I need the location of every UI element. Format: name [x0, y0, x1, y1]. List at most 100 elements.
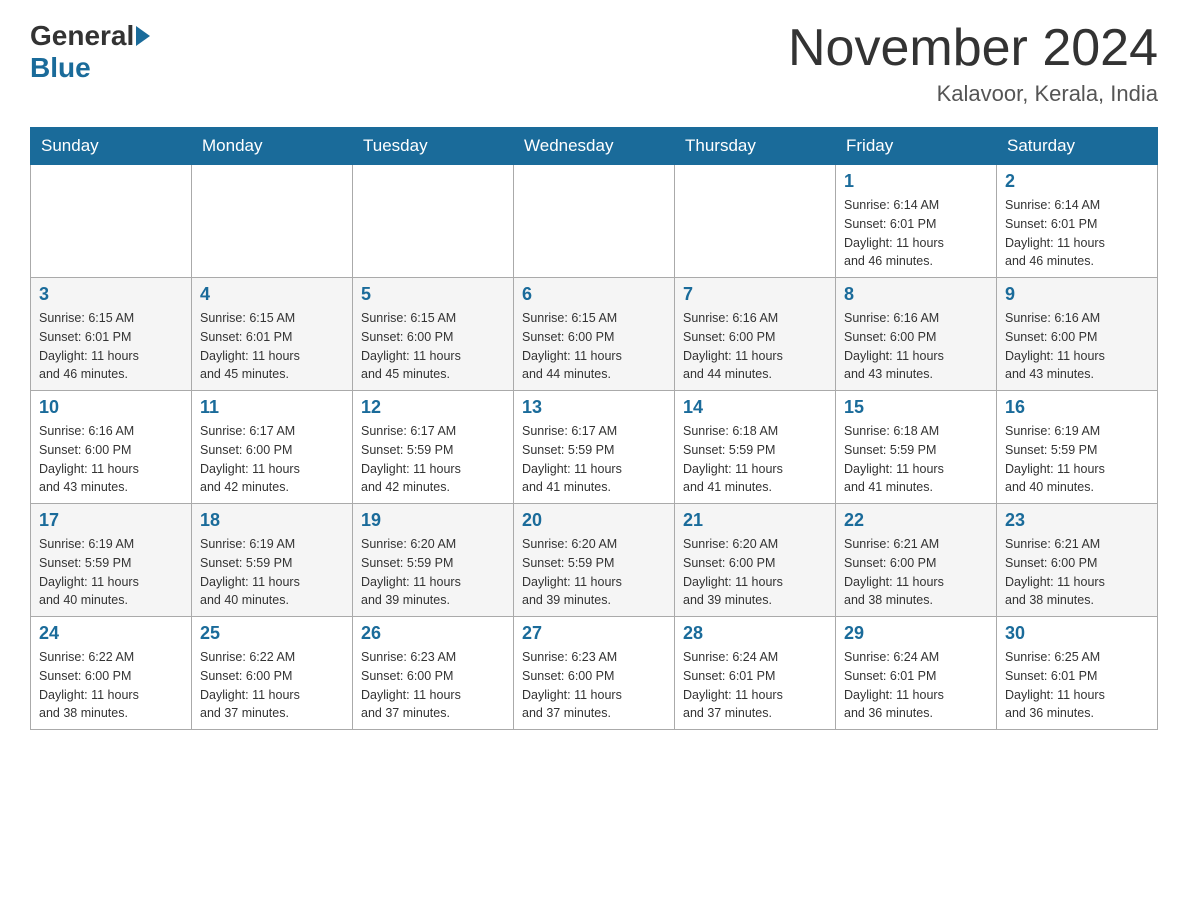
calendar-cell: 17 Sunrise: 6:19 AM Sunset: 5:59 PM Dayli… [31, 504, 192, 617]
weekday-header: Tuesday [353, 128, 514, 165]
day-info: Sunrise: 6:16 AM Sunset: 6:00 PM Dayligh… [1005, 309, 1149, 384]
day-number: 1 [844, 171, 988, 192]
calendar-cell: 28 Sunrise: 6:24 AM Sunset: 6:01 PM Dayli… [675, 617, 836, 730]
day-number: 15 [844, 397, 988, 418]
calendar-cell: 13 Sunrise: 6:17 AM Sunset: 5:59 PM Dayli… [514, 391, 675, 504]
day-info: Sunrise: 6:16 AM Sunset: 6:00 PM Dayligh… [844, 309, 988, 384]
day-number: 5 [361, 284, 505, 305]
calendar-cell: 21 Sunrise: 6:20 AM Sunset: 6:00 PM Dayli… [675, 504, 836, 617]
day-info: Sunrise: 6:14 AM Sunset: 6:01 PM Dayligh… [844, 196, 988, 271]
calendar-cell [514, 165, 675, 278]
calendar-cell [192, 165, 353, 278]
day-number: 27 [522, 623, 666, 644]
day-number: 9 [1005, 284, 1149, 305]
logo-arrow-icon [136, 26, 150, 46]
day-info: Sunrise: 6:25 AM Sunset: 6:01 PM Dayligh… [1005, 648, 1149, 723]
day-number: 30 [1005, 623, 1149, 644]
day-number: 21 [683, 510, 827, 531]
calendar-cell: 3 Sunrise: 6:15 AM Sunset: 6:01 PM Daylig… [31, 278, 192, 391]
calendar-cell: 7 Sunrise: 6:16 AM Sunset: 6:00 PM Daylig… [675, 278, 836, 391]
day-number: 29 [844, 623, 988, 644]
day-number: 17 [39, 510, 183, 531]
day-number: 26 [361, 623, 505, 644]
day-number: 16 [1005, 397, 1149, 418]
page-header: General Blue November 2024 Kalavoor, Ker… [30, 20, 1158, 107]
day-number: 24 [39, 623, 183, 644]
calendar-cell: 8Sunrise: 6:16 AM Sunset: 6:00 PM Daylig… [836, 278, 997, 391]
day-info: Sunrise: 6:24 AM Sunset: 6:01 PM Dayligh… [683, 648, 827, 723]
day-info: Sunrise: 6:17 AM Sunset: 5:59 PM Dayligh… [522, 422, 666, 497]
logo-general-text: General [30, 20, 134, 52]
day-info: Sunrise: 6:17 AM Sunset: 5:59 PM Dayligh… [361, 422, 505, 497]
calendar-cell: 19Sunrise: 6:20 AM Sunset: 5:59 PM Dayli… [353, 504, 514, 617]
weekday-header-row: SundayMondayTuesdayWednesdayThursdayFrid… [31, 128, 1158, 165]
calendar-week-row: 1 Sunrise: 6:14 AM Sunset: 6:01 PM Daylig… [31, 165, 1158, 278]
day-info: Sunrise: 6:22 AM Sunset: 6:00 PM Dayligh… [200, 648, 344, 723]
calendar-cell: 6 Sunrise: 6:15 AM Sunset: 6:00 PM Daylig… [514, 278, 675, 391]
calendar-week-row: 17 Sunrise: 6:19 AM Sunset: 5:59 PM Dayli… [31, 504, 1158, 617]
calendar-cell: 5 Sunrise: 6:15 AM Sunset: 6:00 PM Daylig… [353, 278, 514, 391]
day-info: Sunrise: 6:15 AM Sunset: 6:01 PM Dayligh… [39, 309, 183, 384]
location-text: Kalavoor, Kerala, India [788, 81, 1158, 107]
day-info: Sunrise: 6:18 AM Sunset: 5:59 PM Dayligh… [844, 422, 988, 497]
weekday-header: Thursday [675, 128, 836, 165]
calendar-cell: 1 Sunrise: 6:14 AM Sunset: 6:01 PM Daylig… [836, 165, 997, 278]
day-info: Sunrise: 6:18 AM Sunset: 5:59 PM Dayligh… [683, 422, 827, 497]
day-info: Sunrise: 6:20 AM Sunset: 6:00 PM Dayligh… [683, 535, 827, 610]
day-info: Sunrise: 6:22 AM Sunset: 6:00 PM Dayligh… [39, 648, 183, 723]
logo-blue-text: Blue [30, 52, 91, 84]
day-info: Sunrise: 6:17 AM Sunset: 6:00 PM Dayligh… [200, 422, 344, 497]
day-info: Sunrise: 6:16 AM Sunset: 6:00 PM Dayligh… [39, 422, 183, 497]
calendar-table: SundayMondayTuesdayWednesdayThursdayFrid… [30, 127, 1158, 730]
weekday-header: Saturday [997, 128, 1158, 165]
day-info: Sunrise: 6:16 AM Sunset: 6:00 PM Dayligh… [683, 309, 827, 384]
day-info: Sunrise: 6:14 AM Sunset: 6:01 PM Dayligh… [1005, 196, 1149, 271]
calendar-cell [353, 165, 514, 278]
day-number: 7 [683, 284, 827, 305]
day-info: Sunrise: 6:15 AM Sunset: 6:00 PM Dayligh… [361, 309, 505, 384]
day-info: Sunrise: 6:15 AM Sunset: 6:01 PM Dayligh… [200, 309, 344, 384]
day-info: Sunrise: 6:20 AM Sunset: 5:59 PM Dayligh… [361, 535, 505, 610]
day-number: 12 [361, 397, 505, 418]
day-number: 11 [200, 397, 344, 418]
calendar-cell [31, 165, 192, 278]
day-info: Sunrise: 6:24 AM Sunset: 6:01 PM Dayligh… [844, 648, 988, 723]
calendar-cell: 22Sunrise: 6:21 AM Sunset: 6:00 PM Dayli… [836, 504, 997, 617]
calendar-cell: 2Sunrise: 6:14 AM Sunset: 6:01 PM Daylig… [997, 165, 1158, 278]
weekday-header: Friday [836, 128, 997, 165]
calendar-cell: 26 Sunrise: 6:23 AM Sunset: 6:00 PM Dayli… [353, 617, 514, 730]
day-info: Sunrise: 6:23 AM Sunset: 6:00 PM Dayligh… [361, 648, 505, 723]
day-number: 28 [683, 623, 827, 644]
calendar-cell: 11 Sunrise: 6:17 AM Sunset: 6:00 PM Dayli… [192, 391, 353, 504]
calendar-cell: 12 Sunrise: 6:17 AM Sunset: 5:59 PM Dayli… [353, 391, 514, 504]
day-info: Sunrise: 6:20 AM Sunset: 5:59 PM Dayligh… [522, 535, 666, 610]
day-number: 25 [200, 623, 344, 644]
calendar-cell: 9 Sunrise: 6:16 AM Sunset: 6:00 PM Daylig… [997, 278, 1158, 391]
calendar-week-row: 24 Sunrise: 6:22 AM Sunset: 6:00 PM Dayli… [31, 617, 1158, 730]
day-number: 23 [1005, 510, 1149, 531]
day-info: Sunrise: 6:15 AM Sunset: 6:00 PM Dayligh… [522, 309, 666, 384]
calendar-cell: 24 Sunrise: 6:22 AM Sunset: 6:00 PM Dayli… [31, 617, 192, 730]
day-info: Sunrise: 6:21 AM Sunset: 6:00 PM Dayligh… [844, 535, 988, 610]
weekday-header: Monday [192, 128, 353, 165]
weekday-header: Sunday [31, 128, 192, 165]
day-number: 14 [683, 397, 827, 418]
day-number: 18 [200, 510, 344, 531]
calendar-cell: 20 Sunrise: 6:20 AM Sunset: 5:59 PM Dayli… [514, 504, 675, 617]
calendar-cell: 25 Sunrise: 6:22 AM Sunset: 6:00 PM Dayli… [192, 617, 353, 730]
day-number: 13 [522, 397, 666, 418]
calendar-cell: 16Sunrise: 6:19 AM Sunset: 5:59 PM Dayli… [997, 391, 1158, 504]
day-number: 3 [39, 284, 183, 305]
day-number: 20 [522, 510, 666, 531]
month-title: November 2024 [788, 20, 1158, 77]
logo: General Blue [30, 20, 152, 84]
day-number: 4 [200, 284, 344, 305]
calendar-cell: 10Sunrise: 6:16 AM Sunset: 6:00 PM Dayli… [31, 391, 192, 504]
day-info: Sunrise: 6:19 AM Sunset: 5:59 PM Dayligh… [39, 535, 183, 610]
calendar-cell: 27Sunrise: 6:23 AM Sunset: 6:00 PM Dayli… [514, 617, 675, 730]
calendar-cell: 30 Sunrise: 6:25 AM Sunset: 6:01 PM Dayli… [997, 617, 1158, 730]
calendar-cell: 18Sunrise: 6:19 AM Sunset: 5:59 PM Dayli… [192, 504, 353, 617]
calendar-cell [675, 165, 836, 278]
calendar-week-row: 10Sunrise: 6:16 AM Sunset: 6:00 PM Dayli… [31, 391, 1158, 504]
day-number: 6 [522, 284, 666, 305]
